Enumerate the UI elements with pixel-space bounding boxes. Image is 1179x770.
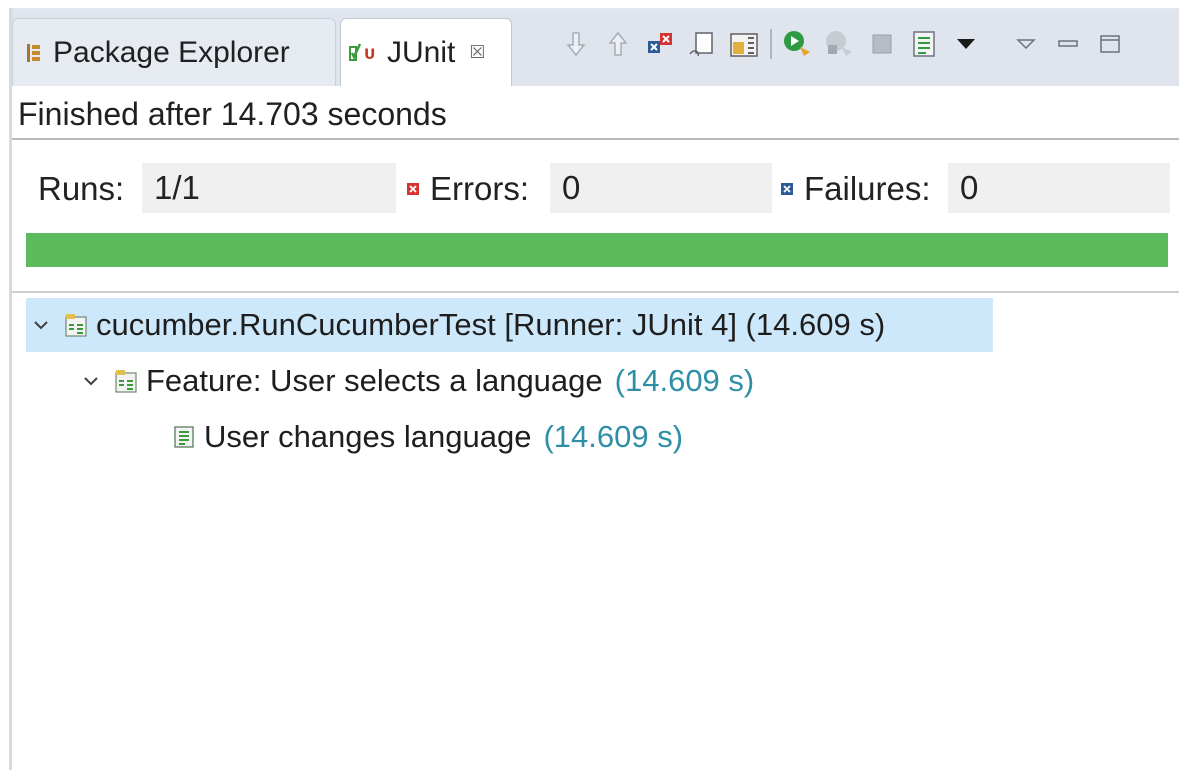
test-suite-icon [64, 312, 88, 338]
close-icon[interactable]: ☒ [469, 42, 485, 63]
tab-label-package-explorer: Package Explorer [53, 35, 290, 69]
layout-icon [730, 33, 758, 57]
stop-icon [872, 34, 892, 54]
chevron-down-icon[interactable] [26, 319, 56, 331]
status-text: Finished after 14.703 seconds [18, 96, 447, 132]
svg-text:U: U [364, 47, 375, 63]
rerun-failed-first-button[interactable] [822, 26, 858, 62]
maximize-button[interactable] [1092, 26, 1128, 62]
tab-package-explorer[interactable]: Package Explorer [12, 18, 336, 86]
previous-failure-icon [608, 31, 628, 56]
test-counters-panel: Runs: 1/1 Errors: 0 Failures: 0 [12, 140, 1179, 293]
test-run-history-icon [913, 31, 935, 57]
rerun-failed-first-icon [826, 31, 852, 56]
tree-node-label: User changes language [204, 419, 532, 454]
tab-junit[interactable]: U JUnit ☒ [340, 18, 512, 86]
minimize-button[interactable] [1050, 26, 1086, 62]
junit-toolbar [558, 24, 1134, 64]
layout-button[interactable] [726, 26, 762, 62]
runs-label: Runs: [38, 170, 125, 207]
status-line: Finished after 14.703 seconds [12, 86, 1179, 140]
tree-node-time: (14.609 s) [614, 363, 755, 398]
test-tree: cucumber.RunCucumberTest [Runner: JUnit … [12, 295, 1179, 770]
next-failure-icon [566, 32, 586, 57]
rerun-test-button[interactable] [780, 26, 816, 62]
failures-value-field: 0 [948, 163, 1170, 213]
stop-button[interactable] [864, 26, 900, 62]
tree-node-time: (14.609 s) [543, 419, 684, 454]
tab-label-junit: JUnit [387, 35, 456, 69]
view-menu-triangle-icon [1016, 39, 1036, 50]
show-failures-only-button[interactable] [642, 26, 678, 62]
view-menu-button[interactable] [1008, 26, 1044, 62]
tree-node-feature[interactable]: Feature: User selects a language (14.609… [76, 354, 754, 408]
errors-label: Errors: [430, 170, 529, 207]
test-progress-bar [26, 233, 1168, 267]
tree-node-label: Feature: User selects a language [146, 363, 603, 398]
view-tab-bar: Package Explorer U JUnit ☒ [12, 10, 1179, 86]
test-run-history-button[interactable] [906, 26, 942, 62]
failures-counter: Failures: [780, 170, 931, 208]
tree-node-label: cucumber.RunCucumberTest [Runner: JUnit … [96, 307, 886, 342]
junit-icon: U [349, 42, 375, 63]
chevron-down-icon[interactable] [76, 375, 106, 387]
test-case-icon [172, 424, 196, 450]
tree-node-scenario[interactable]: User changes language (14.609 s) [164, 410, 683, 464]
failures-label: Failures: [804, 170, 931, 207]
show-failures-only-icon [648, 33, 672, 53]
maximize-icon [1100, 35, 1120, 53]
chevron-down-icon [957, 39, 975, 49]
tree-node-runner[interactable]: cucumber.RunCucumberTest [Runner: JUnit … [26, 298, 993, 352]
rerun-test-icon [784, 31, 810, 56]
test-suite-icon [114, 368, 138, 394]
next-failure-button[interactable] [558, 26, 594, 62]
package-explorer-icon [27, 43, 40, 62]
minimize-icon [1058, 40, 1078, 47]
error-icon [407, 183, 419, 195]
toolbar-separator [770, 29, 772, 59]
failure-icon [781, 183, 793, 195]
runs-value-field: 1/1 [142, 163, 396, 213]
errors-counter: Errors: [406, 170, 529, 208]
scroll-lock-button[interactable] [684, 26, 720, 62]
previous-failure-button[interactable] [600, 26, 636, 62]
scroll-lock-icon [689, 32, 713, 57]
history-dropdown-button[interactable] [948, 26, 984, 62]
errors-value-field: 0 [550, 163, 772, 213]
